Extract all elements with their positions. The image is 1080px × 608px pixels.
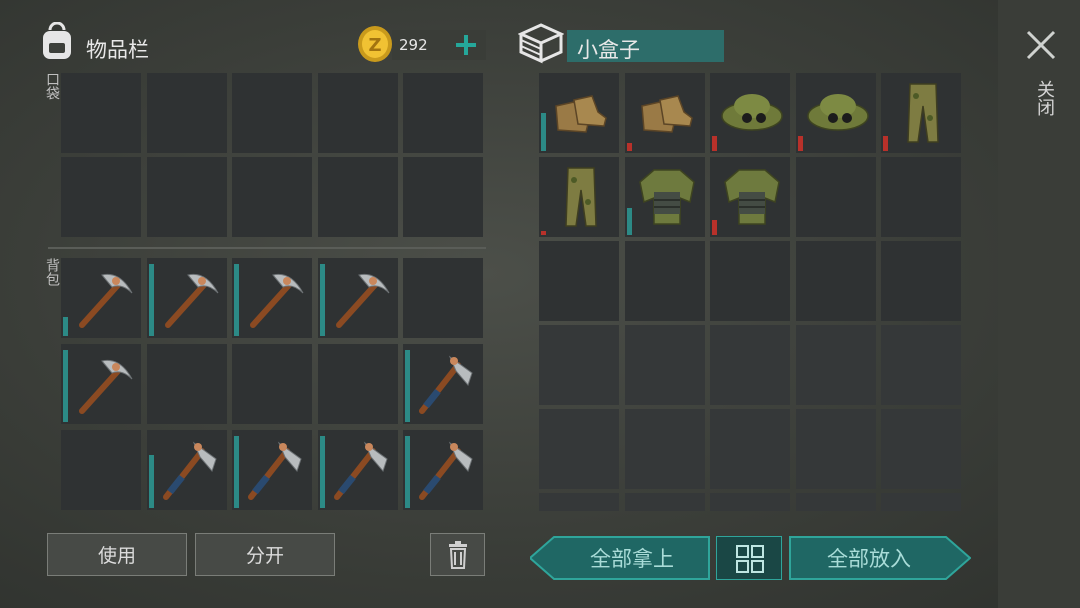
empty-slot[interactable]: [403, 73, 483, 153]
hat-icon: [717, 78, 787, 152]
hatchet-icon: [410, 349, 480, 423]
empty-slot[interactable]: [539, 241, 619, 321]
backpack-item-pickaxe[interactable]: [146, 258, 227, 338]
empty-slot[interactable]: [403, 157, 483, 237]
empty-slot[interactable]: [61, 157, 141, 237]
empty-slot[interactable]: [710, 409, 790, 489]
empty-slot[interactable]: [881, 409, 961, 489]
backpack-label: 背包: [44, 258, 60, 286]
boots-icon: [632, 78, 702, 152]
box-slot[interactable]: [624, 493, 705, 511]
empty-slot[interactable]: [61, 430, 141, 510]
box-item-camo-vest[interactable]: [710, 157, 790, 237]
empty-slot[interactable]: [710, 241, 790, 321]
take-all-button[interactable]: 全部拿上: [530, 536, 710, 580]
backpack-item-pickaxe[interactable]: [232, 258, 312, 338]
empty-slot[interactable]: [710, 325, 790, 405]
pickaxe-icon: [239, 263, 309, 337]
pickaxe-icon: [325, 263, 395, 337]
backpack-item-hatchet[interactable]: [146, 430, 227, 510]
box-icon: [517, 22, 565, 64]
put-all-button[interactable]: 全部放入: [789, 536, 971, 580]
section-divider: [48, 247, 486, 249]
box-title-field[interactable]: 小盒子: [567, 30, 724, 62]
box-slot[interactable]: [881, 493, 961, 511]
box-item-boonie-hat[interactable]: [795, 73, 876, 153]
put-all-label: 全部放入: [827, 547, 911, 571]
backpack-item-hatchet[interactable]: [232, 430, 312, 510]
close-icon: [1026, 30, 1056, 60]
empty-slot[interactable]: [146, 344, 227, 424]
grid-icon: [736, 545, 764, 573]
boots-icon: [546, 78, 616, 152]
hatchet-icon: [154, 435, 224, 509]
empty-slot[interactable]: [232, 344, 312, 424]
box-item-boots[interactable]: [539, 73, 619, 153]
box-item-boots[interactable]: [624, 73, 705, 153]
vest-icon: [632, 162, 702, 236]
hat-icon: [803, 78, 873, 152]
empty-slot[interactable]: [795, 325, 876, 405]
hatchet-icon: [325, 435, 395, 509]
use-button[interactable]: 使用: [47, 533, 187, 576]
empty-slot[interactable]: [624, 409, 705, 489]
pants-icon: [888, 78, 958, 152]
empty-slot[interactable]: [795, 241, 876, 321]
hatchet-icon: [410, 435, 480, 509]
backpack-item-pickaxe[interactable]: [61, 258, 141, 338]
box-item-camo-vest[interactable]: [624, 157, 705, 237]
box-slot[interactable]: [795, 493, 876, 511]
trash-button[interactable]: [430, 533, 485, 576]
backpack-item-pickaxe[interactable]: [317, 258, 398, 338]
box-item-camo-pants[interactable]: [881, 73, 961, 153]
empty-slot[interactable]: [881, 241, 961, 321]
empty-slot[interactable]: [795, 409, 876, 489]
inventory-title: 物品栏: [86, 38, 149, 62]
box-title: 小盒子: [577, 38, 640, 62]
close-button[interactable]: [1024, 28, 1058, 62]
coin-count: 292: [399, 36, 428, 54]
empty-slot[interactable]: [881, 157, 961, 237]
backpack-item-hatchet[interactable]: [403, 344, 483, 424]
plus-icon: [456, 35, 476, 55]
empty-slot[interactable]: [232, 157, 312, 237]
empty-slot[interactable]: [539, 409, 619, 489]
coin-icon: Z: [356, 24, 394, 64]
empty-slot[interactable]: [232, 73, 312, 153]
empty-slot[interactable]: [881, 325, 961, 405]
svg-text:Z: Z: [368, 35, 381, 56]
pants-icon: [546, 162, 616, 236]
empty-slot[interactable]: [61, 73, 141, 153]
empty-slot[interactable]: [795, 157, 876, 237]
empty-slot[interactable]: [317, 73, 398, 153]
box-item-camo-pants[interactable]: [539, 157, 619, 237]
empty-slot[interactable]: [146, 73, 227, 153]
pickaxe-icon: [68, 349, 138, 423]
backpack-item-hatchet[interactable]: [317, 430, 398, 510]
pocket-label: 口袋: [44, 72, 60, 100]
box-slot[interactable]: [710, 493, 790, 511]
empty-slot[interactable]: [317, 157, 398, 237]
backpack-item-pickaxe[interactable]: [61, 344, 141, 424]
take-all-label: 全部拿上: [590, 547, 674, 571]
vest-icon: [717, 162, 787, 236]
trash-icon: [448, 540, 467, 569]
box-slot[interactable]: [539, 493, 619, 511]
split-button[interactable]: 分开: [195, 533, 335, 576]
backpack-item-hatchet[interactable]: [403, 430, 483, 510]
box-item-boonie-hat[interactable]: [710, 73, 790, 153]
empty-slot[interactable]: [539, 325, 619, 405]
empty-slot[interactable]: [146, 157, 227, 237]
empty-slot[interactable]: [317, 344, 398, 424]
backpack-icon: [38, 21, 76, 62]
hatchet-icon: [239, 435, 309, 509]
pickaxe-icon: [154, 263, 224, 337]
empty-slot[interactable]: [624, 325, 705, 405]
close-label[interactable]: 关闭: [1031, 80, 1057, 116]
pickaxe-icon: [68, 263, 138, 337]
sort-button[interactable]: [716, 536, 782, 580]
add-coins-button[interactable]: [452, 30, 480, 60]
empty-slot[interactable]: [624, 241, 705, 321]
empty-slot[interactable]: [403, 258, 483, 338]
